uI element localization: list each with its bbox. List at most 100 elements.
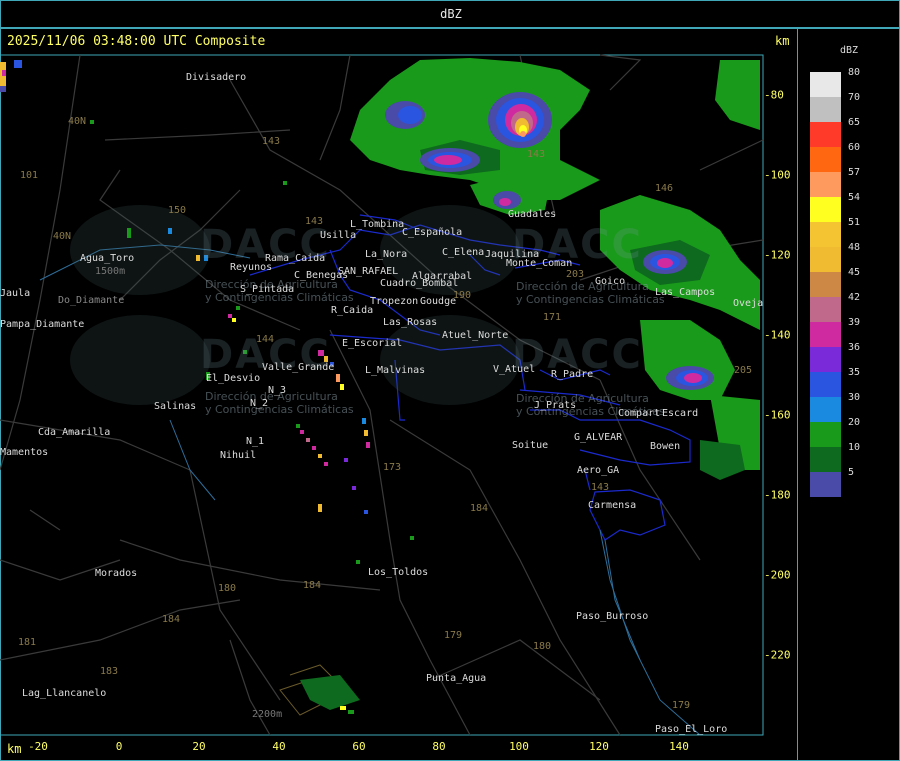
place-label: G_ALVEAR [574,432,623,443]
place-label: Atuel_Norte [442,330,509,341]
place-label: Rama_Caida [265,253,326,264]
route-label: 143 [262,136,281,147]
place-label: R_Caida [331,305,374,316]
timestamp-label: 2025/11/06 03:48:00 UTC Composite [7,34,266,49]
x-tick: 0 [115,740,123,753]
route-label: 179 [672,700,691,711]
legend-swatch [810,447,841,472]
place-label: Oveja [733,298,764,309]
place-label: V_Atuel [493,364,536,375]
route-label: 150 [168,205,187,216]
place-label: Jaula [0,288,31,299]
place-label: SAN_RAFAEL [338,266,399,277]
place-label: Pampa_Diamante [0,319,85,330]
top-bar: dBZ [0,0,900,28]
legend-swatch [810,97,841,122]
legend-label: 5 [848,467,855,478]
product-title: dBZ [440,7,462,21]
x-tick: 80 [432,740,446,753]
legend-label: 65 [848,117,861,128]
place-label: Carmensa [588,500,637,511]
place-label: Soitue [512,440,549,451]
x-tick: 120 [589,740,609,753]
place-label: Cda_Amarilla [38,427,111,438]
x-tick: 140 [669,740,689,753]
legend-label: 54 [848,192,861,203]
legend-label: 57 [848,167,861,178]
y-axis-unit: km [775,34,790,48]
place-label: Tropezon [370,296,419,307]
place-label: C_Española [402,227,463,238]
y-tick: -100 [764,168,791,182]
place-label: L_Tombina [350,219,405,230]
legend-label: 36 [848,342,861,353]
legend-label: 35 [848,367,861,378]
radar-map[interactable] [0,29,798,761]
route-label: 184 [303,580,322,591]
y-tick: -120 [764,248,791,262]
small-echoes [0,60,414,714]
route-label: 171 [543,312,562,323]
place-label: Goico [595,276,626,287]
legend-label: 10 [848,442,861,453]
place-label: Usilla [320,230,357,241]
x-tick: 40 [272,740,286,753]
legend-label: 45 [848,267,861,278]
route-label: 179 [444,630,463,641]
legend-label: 42 [848,292,861,303]
place-label: Los_Toldos [368,567,429,578]
place-label: Paso_El_Loro [655,724,728,735]
legend-label: 48 [848,242,861,253]
place-label: N_2 [250,398,269,409]
y-tick: -160 [764,408,791,422]
place-label: Lag_Llancanelo [22,688,107,699]
place-label: Monte_Coman [506,258,573,269]
route-label: 203 [566,269,585,280]
place-label: Do_Diamante [58,295,125,306]
route-label: 146 [655,183,674,194]
place-label: N_1 [246,436,265,447]
legend-swatch [810,172,841,197]
place-label: Aero_GA [577,465,620,476]
route-label: 143 [591,482,610,493]
legend-label: 60 [848,142,861,153]
legend-swatch [810,272,841,297]
place-label: Morados [95,568,138,579]
legend-label: 51 [848,217,861,228]
legend-swatch [810,122,841,147]
route-label: 180 [533,641,552,652]
route-label: 183 [100,666,119,677]
route-label: 40N [53,231,72,242]
legend-swatch [810,247,841,272]
legend-label: 80 [848,67,861,78]
place-label: E_Escorial [342,338,403,349]
place-label: C_Elena [442,247,485,258]
place-label: Bowen [650,441,681,452]
place-label: Las_Campos [655,287,716,298]
route-label: 181 [18,637,37,648]
route-label: 190 [453,290,472,301]
x-tick: 60 [352,740,366,753]
place-label: L_Malvinas [365,365,426,376]
legend-swatch [810,347,841,372]
place-label: Valle_Grande [262,362,335,373]
place-label: Compart [618,408,661,419]
place-label: Escard [662,408,699,419]
route-label: 180 [218,583,237,594]
place-label: Divisadero [186,72,247,83]
place-label: Punta_Agua [426,673,487,684]
route-label: 205 [734,365,753,376]
legend-swatch [810,397,841,422]
legend-label: 70 [848,92,861,103]
place-label: N_3 [268,385,287,396]
y-tick: -80 [764,88,784,102]
watermark-org: Dirección de Agricultura [516,280,649,293]
place-label: R_Padre [551,369,594,380]
y-tick: -180 [764,488,791,502]
place-label: Nihuil [220,450,257,461]
route-label: 144 [256,334,275,345]
legend-swatch [810,222,841,247]
route-label: 143 [527,149,546,160]
place-label: La_Nora [365,249,408,260]
x-tick: 100 [509,740,529,753]
